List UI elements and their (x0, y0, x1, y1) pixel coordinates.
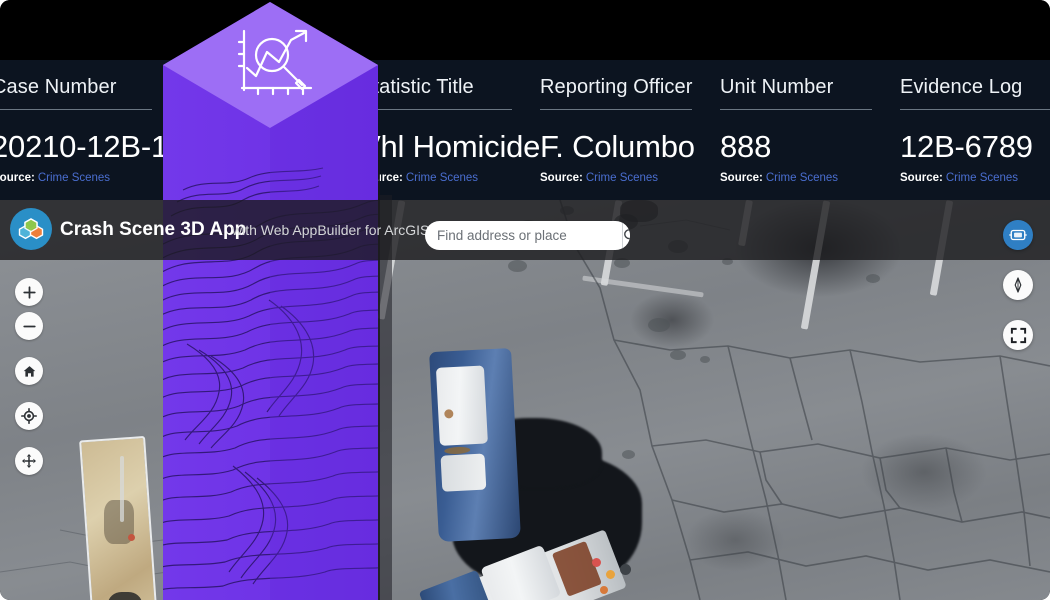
stat-card-date: Date 2/10/2019 Source: Crime Scenes (180, 60, 332, 200)
control-spacer (15, 436, 43, 441)
cube-3d-icon (1009, 229, 1027, 241)
stat-value: 12B-6789 (900, 129, 1033, 164)
evidence-marker (600, 586, 608, 594)
fullscreen-button[interactable] (1003, 320, 1033, 350)
pan-button[interactable] (15, 447, 43, 475)
stat-title: Unit Number (720, 76, 834, 98)
evidence-marker (128, 534, 135, 541)
control-spacer (15, 391, 43, 396)
vehicle-car (429, 347, 521, 543)
stat-source-label: Source: (0, 172, 35, 184)
stat-card-reporting-officer: Reporting Officer F. Columbo Source: Crim… (540, 60, 695, 200)
stat-source: Source:Crime Scenes (0, 171, 152, 185)
evidence-marker (592, 558, 601, 567)
stat-source-label: Source: (540, 172, 583, 184)
stat-card-case-number: Case Number 20210-12B-19 Source:Crime Sc… (0, 60, 186, 200)
stat-value: 20210-12B-19 (0, 129, 186, 164)
stat-source-link[interactable]: Crime Scenes (226, 172, 298, 184)
zoom-out-button[interactable] (15, 312, 43, 340)
stat-divider (0, 109, 152, 110)
arcgis-logo-icon[interactable] (10, 208, 52, 250)
debris-spot (670, 350, 686, 360)
stat-source: Source:Crime Scenes (180, 171, 332, 185)
search-input[interactable] (425, 221, 622, 250)
stat-source-link[interactable]: Crime Scenes (586, 172, 658, 184)
stat-source: Source:Crime Scenes (360, 171, 512, 185)
map-controls-left (15, 278, 43, 475)
statistics-bar: Case Number 20210-12B-19 Source:Crime Sc… (0, 60, 1050, 200)
debris-spot (508, 260, 527, 272)
top-black-strip (0, 0, 1050, 60)
debris-spot (648, 318, 670, 332)
stat-title: Case Number (0, 76, 117, 98)
stat-title: Date (180, 76, 223, 98)
stat-source-label: Source: (720, 172, 763, 184)
stat-divider (540, 109, 692, 110)
toggle-3d-button[interactable] (1003, 220, 1033, 250)
stat-divider (720, 109, 872, 110)
stat-value: 888 (720, 129, 772, 164)
plus-icon (22, 285, 36, 299)
stat-divider (900, 109, 1050, 110)
stat-source-label: Source: (180, 172, 223, 184)
stat-divider (360, 109, 512, 110)
stat-source: Source:Crime Scenes (720, 171, 872, 185)
compass-icon (1014, 277, 1022, 293)
stat-divider (180, 109, 332, 110)
stat-source-link[interactable]: Crime Scenes (406, 172, 478, 184)
map-view[interactable] (0, 200, 1050, 600)
stat-source-label: Source: (900, 172, 943, 184)
car-roof (435, 365, 488, 446)
stat-card-unit-number: Unit Number 888 Source: Crime Scenes (720, 60, 872, 200)
search-box[interactable] (425, 221, 630, 250)
home-button[interactable] (15, 357, 43, 385)
app-title: Crash Scene 3D App (60, 219, 247, 240)
stat-value: Vhl Homicide (360, 129, 541, 164)
map-controls-right (1003, 220, 1033, 350)
locate-button[interactable] (15, 402, 43, 430)
pan-arrows-icon (22, 454, 36, 468)
evidence-pole (120, 456, 124, 522)
app-root: Case Number 20210-12B-19 Source:Crime Sc… (0, 0, 1050, 600)
stat-title: Reporting Officer (540, 76, 693, 98)
debris-spot (622, 450, 635, 459)
debris-spot (866, 274, 880, 283)
stat-value: F. Columbo (540, 129, 695, 164)
compass-button[interactable] (1003, 270, 1033, 300)
stat-value: 2/10/2019 (180, 129, 317, 164)
evidence-marker (606, 570, 615, 579)
control-spacer (15, 346, 43, 351)
home-icon (23, 365, 35, 377)
fullscreen-icon (1010, 327, 1026, 343)
stat-title: Evidence Log (900, 76, 1023, 98)
evidence-marker (620, 564, 631, 575)
stat-source-label: Source: (360, 172, 403, 184)
minus-icon (22, 325, 36, 327)
search-icon (624, 229, 630, 240)
stat-source-link[interactable]: Crime Scenes (38, 172, 110, 184)
stat-card-evidence-log: Evidence Log 12B-6789 Source: Crime Scene… (900, 60, 1050, 200)
stat-card-statistic-title: Statistic Title Vhl Homicide Source: Crim… (360, 60, 541, 200)
crosshair-icon (21, 408, 37, 424)
stat-source-link[interactable]: Crime Scenes (766, 172, 838, 184)
zoom-in-button[interactable] (15, 278, 43, 306)
stat-source: Source:Crime Scenes (540, 171, 692, 185)
stat-source-link[interactable]: Crime Scenes (946, 172, 1018, 184)
app-subtitle: with Web AppBuilder for ArcGIS (232, 222, 430, 238)
stat-title: Statistic Title (360, 76, 474, 98)
debris-spot (700, 356, 710, 363)
car-hood (440, 453, 487, 492)
stat-source: Source:Crime Scenes (900, 171, 1050, 185)
